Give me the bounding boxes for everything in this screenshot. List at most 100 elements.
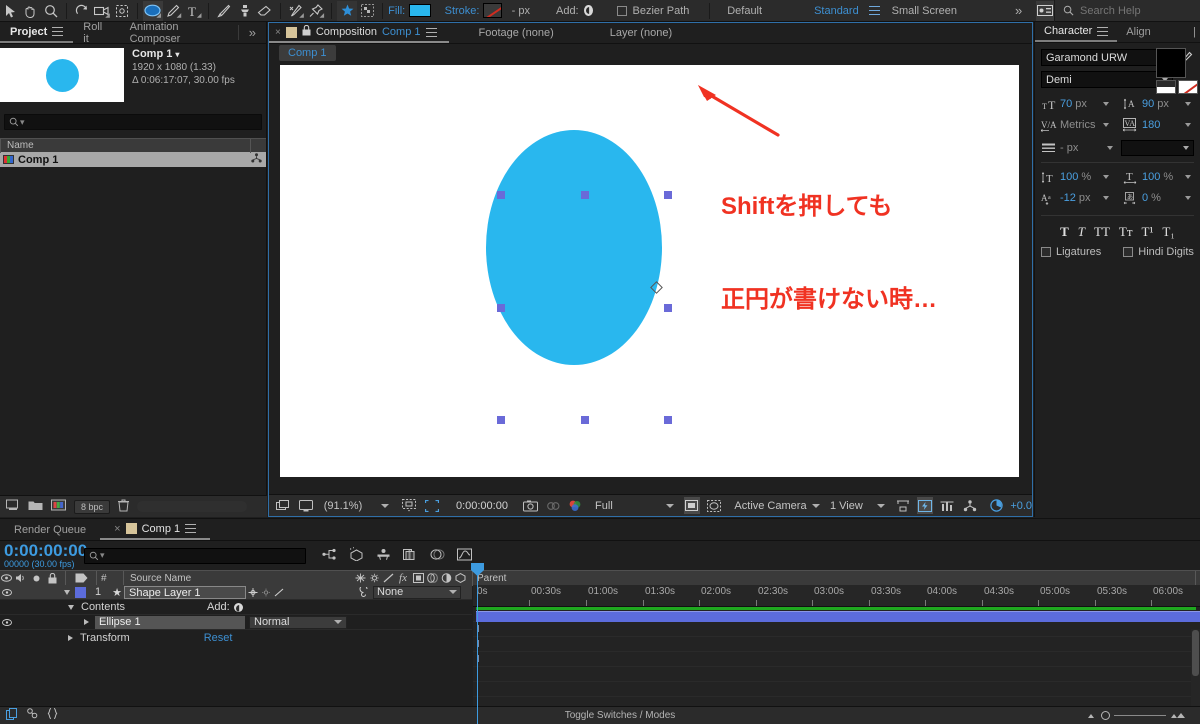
horizontal-scale-field[interactable]: T 100 %: [1123, 169, 1191, 185]
enable-motion-blur-icon[interactable]: [430, 548, 445, 564]
col-effects-icon[interactable]: [367, 571, 381, 586]
tab-timeline-comp1[interactable]: × Comp 1: [100, 519, 211, 540]
clone-stamp-tool-icon[interactable]: [234, 1, 254, 21]
layer-motionblur-switch[interactable]: [314, 586, 327, 599]
layer-name[interactable]: Shape Layer 1: [124, 585, 246, 599]
layer-lock-toggle[interactable]: [44, 586, 62, 599]
eraser-tool-icon[interactable]: [255, 1, 275, 21]
col-video-icon[interactable]: [0, 571, 12, 586]
col-label-icon[interactable]: [70, 571, 92, 586]
superscript-button[interactable]: T¹: [1142, 224, 1154, 240]
zoom-slider-track[interactable]: [1114, 715, 1166, 716]
tab-footage[interactable]: Footage (none): [449, 23, 566, 43]
tsume-field[interactable]: あ 0 %: [1123, 190, 1191, 206]
new-folder-icon[interactable]: [28, 499, 43, 514]
hindi-digits-checkbox[interactable]: [1123, 247, 1134, 257]
graph-editor-icon[interactable]: [457, 548, 472, 564]
timeline-current-time[interactable]: 0:00:00:00: [4, 542, 87, 559]
table-row[interactable]: 1 ★ Shape Layer 1 None: [0, 585, 472, 600]
composition-canvas[interactable]: Shiftを押しても 正円が書けない時…: [280, 65, 1019, 477]
col-motion-blur-icon[interactable]: [353, 571, 367, 586]
roto-brush-tool-icon[interactable]: ◢: [286, 1, 306, 21]
shape-name[interactable]: Ellipse 1: [95, 615, 245, 629]
baseline-shift-dropdown-icon[interactable]: [1103, 196, 1109, 200]
ligatures-checkbox-row[interactable]: Ligatures: [1041, 246, 1101, 258]
comp-flowchart-icon[interactable]: [962, 497, 978, 514]
col-parent-header[interactable]: Parent: [477, 571, 537, 586]
transform-reset-link[interactable]: Reset: [204, 632, 233, 644]
layer-duration-bar[interactable]: [476, 611, 1200, 622]
toggle-mask-icon[interactable]: [706, 497, 722, 514]
camera-selector[interactable]: Active Camera: [734, 499, 824, 512]
workspace-default-label[interactable]: Default: [727, 5, 762, 17]
project-panel-menu-icon[interactable]: [52, 27, 64, 36]
col-lock-icon[interactable]: [43, 571, 61, 586]
brush-tool-icon[interactable]: [214, 1, 234, 21]
tab-animation-composer[interactable]: Animation Composer: [120, 21, 238, 45]
workspace-overflow-icon[interactable]: »: [1015, 3, 1022, 18]
layer-fx-switch[interactable]: [285, 586, 301, 599]
stroke-width-value[interactable]: - px: [512, 5, 530, 17]
col-adjustment-icon[interactable]: [381, 571, 395, 586]
magnification-selector[interactable]: (91.1%): [323, 499, 390, 512]
search-help-input[interactable]: [1080, 4, 1200, 17]
col-adjust-layer-icon[interactable]: [439, 571, 453, 586]
col-solo-icon[interactable]: [29, 571, 43, 586]
no-color-swatch[interactable]: [1178, 80, 1198, 94]
pan-behind-tool-icon[interactable]: [112, 1, 132, 21]
selection-handle-tr[interactable]: [664, 191, 672, 199]
show-snapshot-icon[interactable]: [544, 497, 560, 514]
search-help-box[interactable]: [1054, 0, 1200, 22]
layer-parent-select[interactable]: None: [373, 585, 461, 599]
comp-mini-flowchart-footer-icon[interactable]: [6, 708, 18, 723]
lock-icon[interactable]: [302, 24, 311, 39]
track-row[interactable]: [473, 667, 1200, 682]
stroke-width-field[interactable]: - px: [1041, 140, 1113, 156]
playhead[interactable]: [471, 563, 484, 724]
vertical-scale-dropdown-icon[interactable]: [1103, 175, 1109, 179]
transform-expand-arrow-icon[interactable]: [68, 634, 73, 641]
selection-handle-tc[interactable]: [581, 191, 589, 199]
track-row[interactable]: [473, 682, 1200, 697]
tracking-field[interactable]: VA 180: [1123, 117, 1191, 133]
close-icon-timeline[interactable]: ×: [114, 523, 120, 535]
type-tool-icon[interactable]: T ◢: [183, 1, 203, 21]
project-column-name[interactable]: Name: [0, 138, 250, 153]
project-search-box[interactable]: ▾: [4, 114, 262, 130]
stroke-type-select[interactable]: [1121, 140, 1194, 156]
col-source-name-header[interactable]: Source Name: [128, 571, 353, 586]
faux-italic-button[interactable]: T: [1078, 224, 1085, 240]
always-preview-icon[interactable]: [275, 497, 291, 514]
exposure-reset-icon[interactable]: [988, 497, 1004, 514]
pixel-aspect-correction-icon[interactable]: [895, 497, 911, 514]
shape-ellipse-tool-icon[interactable]: ◢: [142, 0, 164, 21]
ellipse-shape[interactable]: [486, 130, 662, 365]
all-caps-button[interactable]: TT: [1094, 224, 1110, 240]
shape-blend-mode-select[interactable]: Normal: [249, 615, 347, 629]
layer-collapse-switch[interactable]: [327, 586, 340, 599]
selection-handle-br[interactable]: [664, 416, 672, 424]
new-composition-icon[interactable]: [51, 499, 66, 514]
small-caps-button[interactable]: Tт: [1119, 224, 1133, 240]
fast-previews-icon[interactable]: [916, 497, 934, 514]
layer-video-toggle[interactable]: [0, 586, 13, 599]
layer-audio-toggle[interactable]: [13, 586, 30, 599]
contents-add-menu-icon[interactable]: [233, 602, 243, 612]
tab-composition[interactable]: × Composition Comp 1: [269, 23, 449, 43]
tsume-dropdown-icon[interactable]: [1185, 196, 1191, 200]
channels-icon[interactable]: [567, 497, 583, 514]
table-row[interactable]: Transform Reset: [0, 630, 472, 645]
hand-tool-icon[interactable]: [20, 1, 40, 21]
horizontal-scale-dropdown-icon[interactable]: [1185, 175, 1191, 179]
toggle-switches-modes-label[interactable]: Toggle Switches / Modes: [240, 710, 1000, 721]
timeline-search-box[interactable]: ▾: [84, 547, 306, 564]
selection-handle-bl[interactable]: [497, 416, 505, 424]
region-of-interest-icon[interactable]: [424, 497, 440, 514]
kerning-dropdown-icon[interactable]: [1103, 123, 1109, 127]
expression-braces-icon[interactable]: [47, 708, 58, 723]
faux-bold-button[interactable]: T: [1060, 224, 1069, 240]
composition-mini-flowchart-icon[interactable]: [322, 548, 337, 564]
layer-anchor-switch[interactable]: [246, 586, 259, 599]
enable-frame-blending-icon[interactable]: [403, 548, 418, 564]
bit-depth-button[interactable]: 8 bpc: [74, 499, 111, 514]
